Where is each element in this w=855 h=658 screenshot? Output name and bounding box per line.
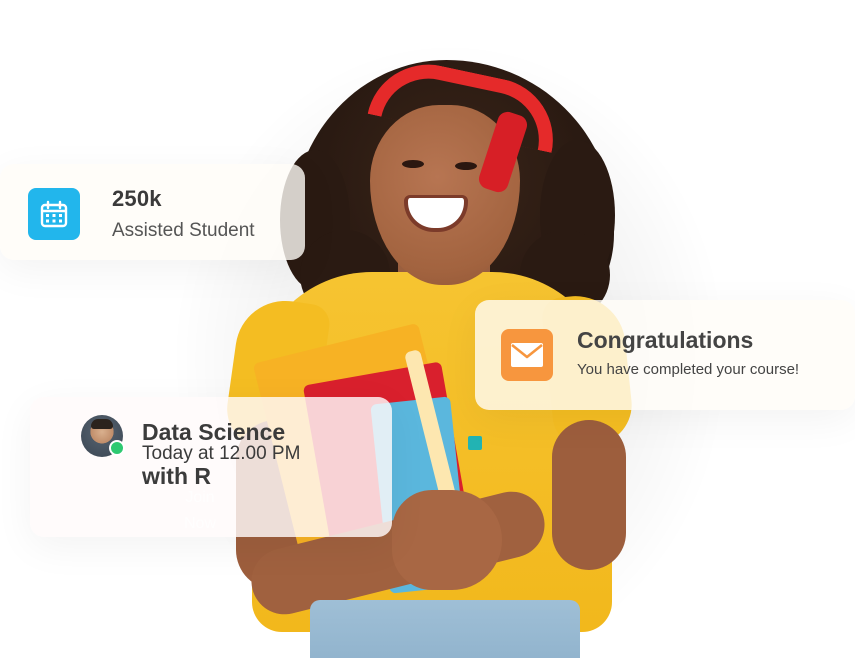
students-label: Assisted Student [112,220,255,241]
calendar-icon [40,200,68,228]
avatar [81,415,125,457]
arm-right [552,420,626,570]
join-now-label-line1: Join [185,489,215,506]
congratulations-title: Congratulations [577,327,754,353]
jeans-shape [310,600,580,658]
calendar-icon-tile [28,188,80,240]
hero-stage: 250k Assisted Student Congratulations Yo… [0,0,855,658]
online-status-dot [109,440,125,456]
join-now-label-line2: Now [183,515,216,532]
congratulations-message: You have completed your course! [577,361,800,378]
students-count: 250k [112,186,162,211]
avatar-hair [91,419,113,429]
join-now-button[interactable]: Join Now [180,485,220,537]
congratulations-card: Congratulations You have completed your … [475,300,855,410]
assisted-students-card: 250k Assisted Student [0,164,305,260]
eye-right [455,162,477,170]
mail-icon [511,343,543,367]
session-time: Today at 12.00 PM [142,443,301,464]
session-card: Data Science Today at 12.00 PM with R Jo… [30,397,392,537]
session-title: Data Science [142,419,286,445]
book-tag [468,436,482,450]
hand-shape [392,490,502,590]
mail-icon-tile [501,329,553,381]
eye-left [402,160,424,168]
